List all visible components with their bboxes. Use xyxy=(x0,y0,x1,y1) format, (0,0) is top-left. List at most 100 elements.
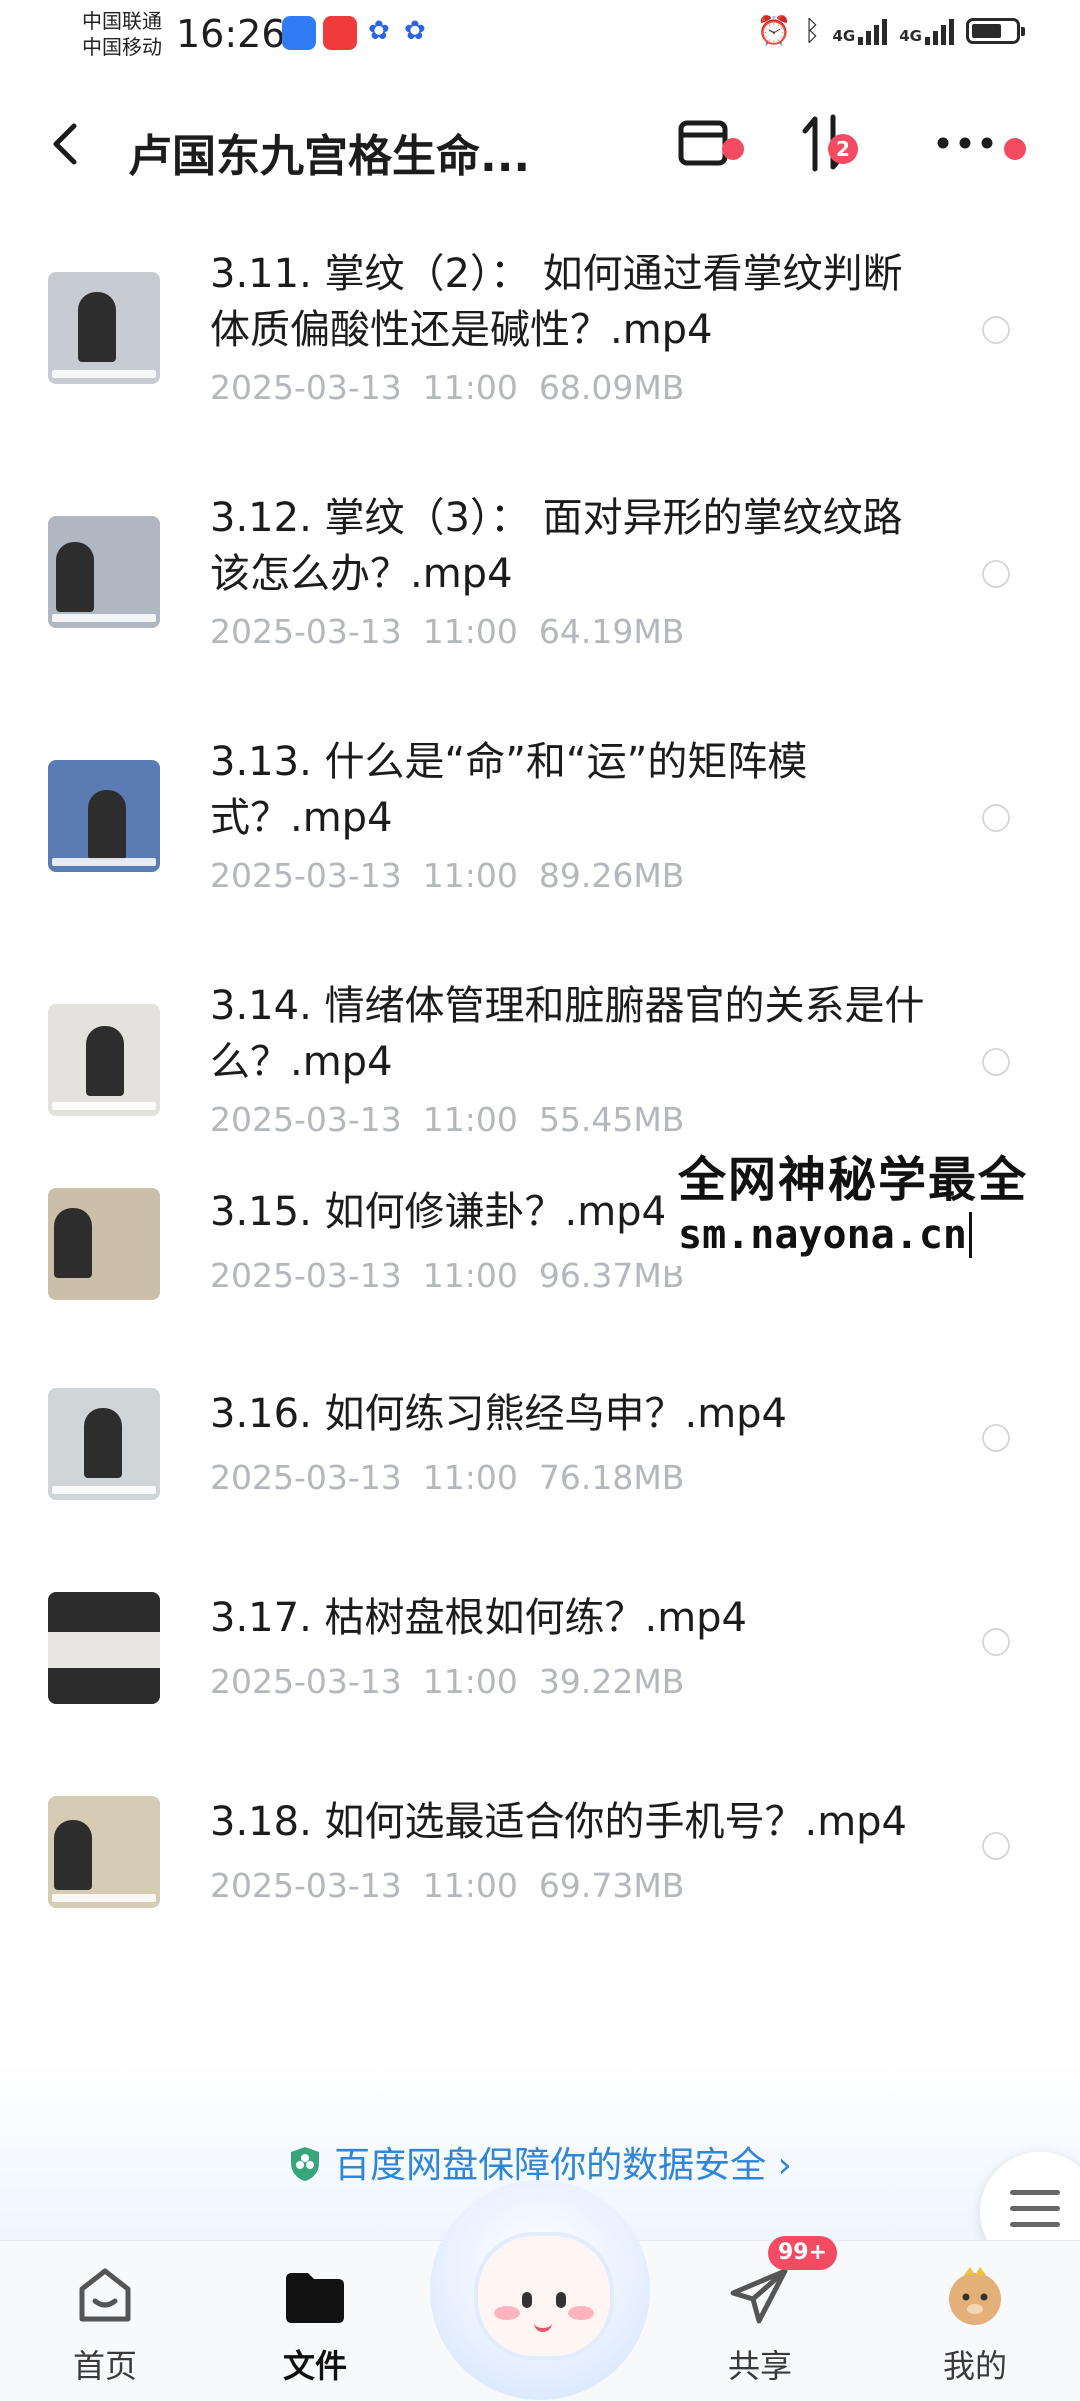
signal-icon: 4G xyxy=(899,17,954,45)
file-row[interactable]: 3.12. 掌纹（3）： 面对异形的掌纹纹路该怎么办？.mp4 2025-03-… xyxy=(0,480,1080,724)
video-thumbnail xyxy=(48,760,160,872)
select-radio[interactable] xyxy=(982,1424,1010,1452)
file-size: 64.19MB xyxy=(538,612,685,651)
file-meta: 2025-03-13 11:00 96.37MB xyxy=(210,1256,684,1295)
file-row[interactable]: 3.16. 如何练习熊经鸟申？.mp4 2025-03-13 11:00 76.… xyxy=(0,1378,1080,1582)
tab-label: 首页 xyxy=(72,2347,137,2385)
video-thumbnail xyxy=(48,1388,160,1500)
select-radio[interactable] xyxy=(982,1832,1010,1860)
file-time: 11:00 xyxy=(422,612,518,651)
file-row[interactable]: 3.11. 掌纹（2）： 如何通过看掌纹判断体质偏酸性还是碱性？.mp4 202… xyxy=(0,236,1080,480)
file-name: 3.16. 如何练习熊经鸟申？.mp4 xyxy=(210,1391,788,1437)
paper-plane-icon xyxy=(725,2261,795,2331)
file-time: 11:00 xyxy=(422,1866,518,1905)
menu-icon xyxy=(1010,2190,1060,2238)
file-meta: 2025-03-13 11:00 55.45MB xyxy=(210,1100,684,1139)
app-notification-icon xyxy=(323,16,357,50)
folder-icon xyxy=(280,2261,350,2331)
video-thumbnail xyxy=(48,1188,160,1300)
file-date: 2025-03-13 xyxy=(210,1866,402,1905)
file-row[interactable]: 3.17. 枯树盘根如何练？.mp4 2025-03-13 11:00 39.2… xyxy=(0,1582,1080,1786)
sort-badge: 2 xyxy=(828,134,858,164)
file-time: 11:00 xyxy=(422,368,518,407)
file-meta: 2025-03-13 11:00 69.73MB xyxy=(210,1866,684,1905)
file-meta: 2025-03-13 11:00 76.18MB xyxy=(210,1458,684,1497)
select-radio[interactable] xyxy=(982,316,1010,344)
status-time: 16:26 xyxy=(176,12,286,56)
file-size: 39.22MB xyxy=(538,1662,685,1701)
file-meta: 2025-03-13 11:00 39.22MB xyxy=(210,1662,684,1701)
file-time: 11:00 xyxy=(422,1458,518,1497)
tab-label: 我的 xyxy=(942,2347,1007,2385)
video-thumbnail xyxy=(48,1796,160,1908)
network-type-1: 4G xyxy=(832,26,856,45)
file-name: 3.17. 枯树盘根如何练？.mp4 xyxy=(210,1595,748,1641)
file-size: 68.09MB xyxy=(538,368,685,407)
file-time: 11:00 xyxy=(422,1662,518,1701)
file-date: 2025-03-13 xyxy=(210,1256,402,1295)
watermark-overlay: 全网神秘学最全 sm.nayona.cn xyxy=(664,1136,1043,1266)
file-size: 76.18MB xyxy=(538,1458,685,1497)
file-size: 69.73MB xyxy=(538,1866,685,1905)
file-date: 2025-03-13 xyxy=(210,612,402,651)
watermark-line-2: sm.nayona.cn xyxy=(678,1212,972,1258)
file-size: 89.26MB xyxy=(538,856,685,895)
file-meta: 2025-03-13 11:00 68.09MB xyxy=(210,368,684,407)
video-thumbnail xyxy=(48,516,160,628)
video-thumbnail xyxy=(48,1004,160,1116)
mascot-face-icon xyxy=(474,2232,614,2360)
file-time: 11:00 xyxy=(422,856,518,895)
header: 卢国东九宫格生命... 2 xyxy=(0,84,1080,204)
watermark-line-1: 全网神秘学最全 xyxy=(678,1152,1029,1208)
file-row[interactable]: 3.13. 什么是“命”和“运”的矩阵模式？.mp4 2025-03-13 11… xyxy=(0,724,1080,968)
carrier-1: 中国联通 xyxy=(82,9,162,33)
file-name: 3.18. 如何选最适合你的手机号？.mp4 xyxy=(210,1799,908,1845)
carrier-info: 中国联通 中国移动 xyxy=(82,8,162,60)
more-button[interactable] xyxy=(930,108,1000,178)
baidu-paw-icon: ✿ xyxy=(368,16,390,46)
video-thumbnail xyxy=(48,1592,160,1704)
tab-mine[interactable]: 我的 xyxy=(900,2261,1050,2387)
status-bar: 中国联通 中国移动 16:26 ✿ ✿ ⏰ ᛒ 4G 4G xyxy=(0,0,1080,72)
file-time: 11:00 xyxy=(422,1100,518,1139)
shield-icon xyxy=(291,2147,320,2181)
select-radio[interactable] xyxy=(982,804,1010,832)
file-list: 3.11. 掌纹（2）： 如何通过看掌纹判断体质偏酸性还是碱性？.mp4 202… xyxy=(0,236,1080,1990)
file-date: 2025-03-13 xyxy=(210,1662,402,1701)
select-radio[interactable] xyxy=(982,1628,1010,1656)
video-thumbnail xyxy=(48,272,160,384)
notification-dot xyxy=(722,138,744,160)
file-name: 3.13. 什么是“命”和“运”的矩阵模式？.mp4 xyxy=(210,739,808,841)
status-right: ⏰ ᛒ 4G 4G xyxy=(756,14,1025,47)
page-title: 卢国东九宫格生命... xyxy=(128,131,531,182)
file-size: 55.45MB xyxy=(538,1100,685,1139)
network-type-2: 4G xyxy=(899,26,922,45)
tab-home[interactable]: 首页 xyxy=(30,2261,180,2387)
more-icon xyxy=(937,137,993,149)
file-meta: 2025-03-13 11:00 89.26MB xyxy=(210,856,684,895)
carrier-2: 中国移动 xyxy=(82,35,162,59)
file-meta: 2025-03-13 11:00 64.19MB xyxy=(210,612,684,651)
mascot-button[interactable] xyxy=(430,2180,650,2400)
file-date: 2025-03-13 xyxy=(210,1100,402,1139)
notification-dot xyxy=(1004,138,1026,160)
file-name: 3.14. 情绪体管理和脏腑器官的关系是什么？.mp4 xyxy=(210,983,925,1085)
share-badge: 99+ xyxy=(768,2236,838,2270)
signal-icon: 4G xyxy=(833,17,888,45)
file-date: 2025-03-13 xyxy=(210,856,402,895)
file-size: 96.37MB xyxy=(538,1256,685,1295)
select-radio[interactable] xyxy=(982,1048,1010,1076)
file-row[interactable]: 3.18. 如何选最适合你的手机号？.mp4 2025-03-13 11:00 … xyxy=(0,1786,1080,1990)
select-radio[interactable] xyxy=(982,560,1010,588)
file-name: 3.11. 掌纹（2）： 如何通过看掌纹判断体质偏酸性还是碱性？.mp4 xyxy=(210,251,903,353)
app-notification-icon xyxy=(282,16,316,50)
tab-label: 文件 xyxy=(282,2347,347,2385)
back-icon[interactable] xyxy=(50,122,80,166)
alarm-icon: ⏰ xyxy=(756,14,792,47)
baidu-paw-icon: ✿ xyxy=(404,16,426,46)
file-name: 3.12. 掌纹（3）： 面对异形的掌纹纹路该怎么办？.mp4 xyxy=(210,495,903,597)
tab-share[interactable]: 共享 xyxy=(685,2261,835,2387)
tab-files[interactable]: 文件 xyxy=(240,2261,390,2387)
avatar-icon xyxy=(940,2261,1010,2331)
file-date: 2025-03-13 xyxy=(210,1458,402,1497)
